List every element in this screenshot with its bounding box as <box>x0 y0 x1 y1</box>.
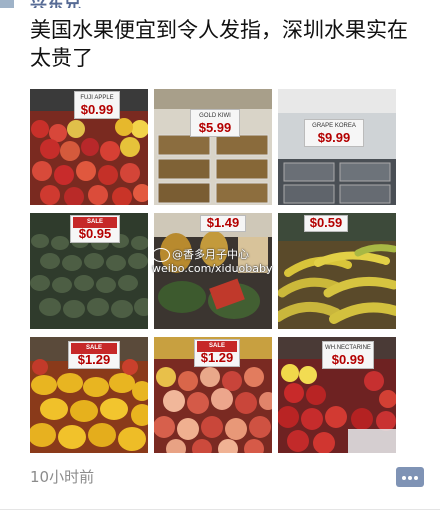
photo-avocados[interactable]: SALE $0.95 <box>30 213 148 329</box>
photo-bananas[interactable]: $0.59 <box>278 213 396 329</box>
weibo-watermark: @香多月子中心 weibo.com/xiduobaby <box>152 248 273 275</box>
post-header-sliver: 兴东兄 <box>0 0 440 8</box>
divider <box>0 509 440 510</box>
photo-nectarines[interactable]: WH.NECTARINE $0.99 <box>278 337 396 453</box>
avatar[interactable] <box>0 0 14 8</box>
price-tag: SALE $1.29 <box>68 341 120 369</box>
dot <box>414 476 418 480</box>
price-tag: $1.49 <box>200 215 246 232</box>
post-time: 10小时前 <box>30 468 95 486</box>
price-tag: SALE $0.95 <box>70 215 120 243</box>
weibo-icon <box>152 248 170 262</box>
price-tag: GRAPE KOREA $9.99 <box>304 119 364 147</box>
photo-fuji-apples[interactable]: FUJI APPLE $0.99 <box>30 89 148 205</box>
photo-peaches[interactable]: SALE $1.29 <box>154 337 272 453</box>
dot <box>402 476 406 480</box>
price-tag: $0.59 <box>304 215 348 232</box>
photo-gold-kiwi[interactable]: GOLD KIWI $5.99 <box>154 89 272 205</box>
price-tag: WH.NECTARINE $0.99 <box>322 341 374 369</box>
photo-grape-korea[interactable]: GRAPE KOREA $9.99 <box>278 89 396 205</box>
dot <box>408 476 412 480</box>
comment-icon[interactable] <box>396 467 424 487</box>
price-tag: SALE $1.29 <box>194 339 240 367</box>
price-tag: GOLD KIWI $5.99 <box>190 109 240 137</box>
price-tag: FUJI APPLE $0.99 <box>74 91 120 119</box>
photo-mangoes[interactable]: SALE $1.29 <box>30 337 148 453</box>
post-text: 美国水果便宜到令人发指，深圳水果实在太贵了 <box>30 18 408 70</box>
author-name[interactable]: 兴东兄 <box>30 0 81 8</box>
photo-grid: FUJI APPLE $0.99 GOLD KIWI $5.99 GRAPE K… <box>30 89 400 455</box>
